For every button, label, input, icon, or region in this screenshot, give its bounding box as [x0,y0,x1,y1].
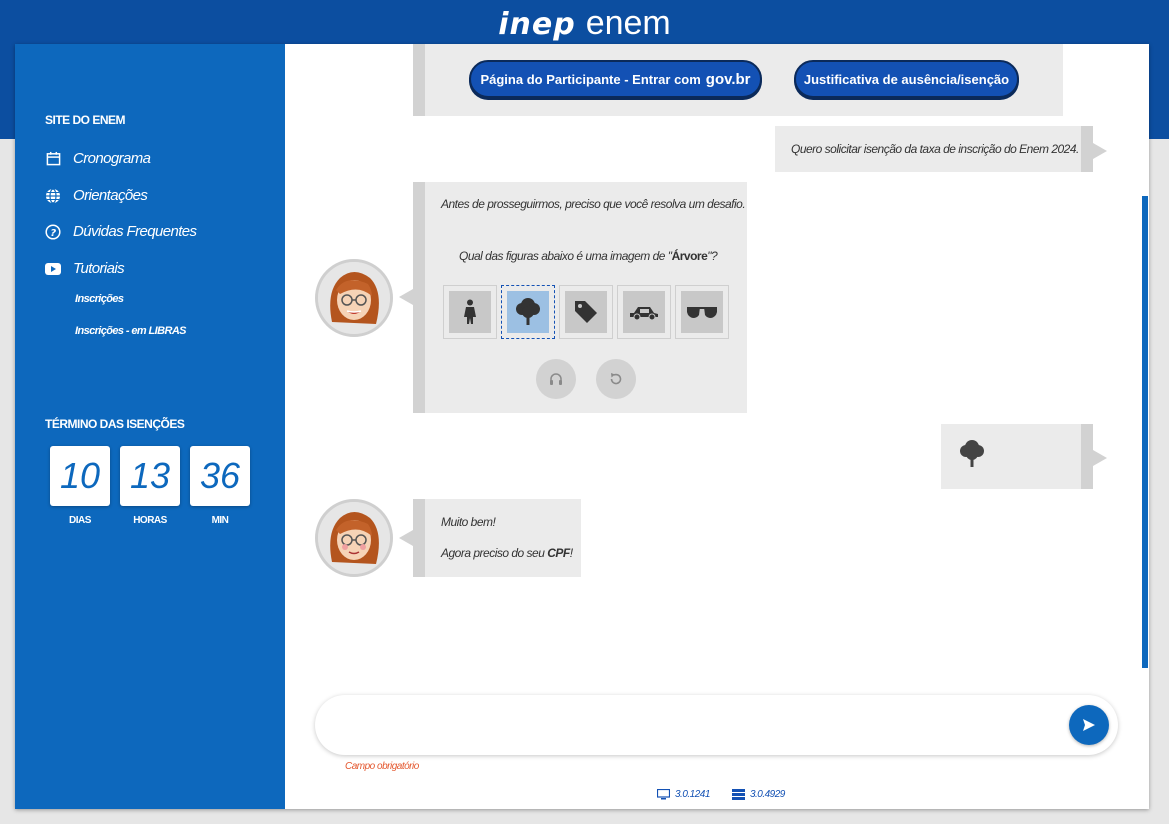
client-version: 3.0.1241 [657,789,710,800]
bubble-tail [399,289,413,305]
sidebar: SITE DO ENEM Cronograma Orientações ? Dú… [15,44,285,809]
server-version-text: 3.0.4929 [749,789,785,800]
refresh-icon [610,373,622,385]
countdown-label: DIAS [69,515,91,526]
captcha-option-person[interactable] [443,285,497,339]
captcha-intro: Antes de prosseguirmos, preciso que você… [441,197,746,211]
bot-message-text: Agora preciso do seu [441,546,548,560]
countdown-value: 10 [50,446,110,506]
audio-captcha-button[interactable] [536,359,576,399]
sidebar-item-orientacoes[interactable]: Orientações [45,187,148,204]
message-input-wrapper [315,695,1118,755]
captcha-option-sunglasses[interactable] [675,285,729,339]
bot-message-line: Agora preciso do seu CPF! [441,546,573,560]
justification-button-label: Justificativa de ausência/isenção [803,71,1010,87]
countdown-title: TÉRMINO DAS ISENÇÕES [45,417,185,431]
sidebar-item-label: Orientações [73,187,148,204]
required-field-message: Campo obrigatório [345,761,419,772]
countdown-days: 10 DIAS [50,446,110,526]
bot-message-buttons: Página do Participante - Entrar com gov.b… [413,44,1063,116]
countdown-minutes: 36 MIN [190,446,250,526]
logo-inep: inep [498,7,576,42]
send-button[interactable] [1069,705,1109,745]
assistant-avatar [315,499,393,577]
help-circle-icon: ? [45,223,61,240]
sidebar-item-tutoriais[interactable]: Tutoriais [45,260,125,277]
participant-page-button[interactable]: Página do Participante - Entrar com gov.b… [469,60,762,98]
sidebar-item-label: Cronograma [73,150,151,167]
sidebar-item-duvidas[interactable]: ? Dúvidas Frequentes [45,223,197,240]
bot-message-bold: CPF [547,546,570,560]
captcha-question-suffix: "? [707,249,718,263]
inep-enem-logo: inep enem [0,4,1169,43]
captcha-option-car[interactable] [617,285,671,339]
version-info: 3.0.1241 3.0.4929 [657,789,785,800]
assistant-avatar [315,259,393,337]
captcha-question: Qual das figuras abaixo é uma imagem de … [459,249,718,263]
captcha-options [443,285,729,339]
tag-icon [575,301,597,323]
person-icon [464,299,476,324]
bot-message-captcha: Antes de prosseguirmos, preciso que você… [413,182,747,413]
send-icon [1083,719,1095,731]
server-version: 3.0.4929 [731,789,785,800]
tree-icon [516,298,540,325]
bot-message-line: Muito bem! [441,515,496,529]
user-message-text: Quero solicitar isenção da taxa de inscr… [791,142,1079,156]
justification-button[interactable]: Justificativa de ausência/isenção [794,60,1019,98]
countdown-value: 36 [190,446,250,506]
chat-area: Página do Participante - Entrar com gov.b… [285,44,1149,809]
participant-button-label: Página do Participante - Entrar com [480,71,701,87]
captcha-question-prefix: Qual das figuras abaixo é uma imagem de … [459,249,672,263]
bot-message: Muito bem! Agora preciso do seu CPF! [413,499,581,577]
bot-message-text: ! [569,546,573,560]
youtube-icon [45,261,61,277]
countdown: 10 DIAS 13 HORAS 36 MIN [50,446,250,526]
captcha-option-tree[interactable] [501,285,555,339]
sidebar-subitem-libras[interactable]: Inscrições - em LIBRAS [75,325,187,337]
chat-scrollbar[interactable] [1142,196,1148,668]
calendar-icon [45,151,61,167]
logo-enem: enem [585,4,671,42]
sidebar-title: SITE DO ENEM [45,113,126,127]
refresh-captcha-button[interactable] [596,359,636,399]
captcha-option-tag[interactable] [559,285,613,339]
sidebar-subitem-inscricoes[interactable]: Inscrições [75,293,124,305]
client-version-text: 3.0.1241 [675,789,710,800]
countdown-hours: 13 HORAS [120,446,180,526]
sunglasses-icon [687,307,717,318]
svg-text:?: ? [50,227,56,238]
headphones-icon [550,373,562,385]
captcha-target: Árvore [671,249,708,263]
countdown-value: 13 [120,446,180,506]
sidebar-item-label: Tutoriais [73,260,125,277]
server-icon [731,789,745,800]
message-input[interactable] [339,707,1059,743]
govbr-label: gov.br [705,70,751,88]
bubble-tail [399,530,413,546]
bubble-tail [1093,450,1107,466]
user-message-answer [941,424,1093,489]
user-message: Quero solicitar isenção da taxa de inscr… [775,126,1093,172]
main-card: SITE DO ENEM Cronograma Orientações ? Dú… [15,44,1149,809]
car-icon [630,307,658,321]
monitor-icon [657,789,670,800]
countdown-label: MIN [211,515,229,526]
tree-icon [960,440,984,467]
bubble-tail [1093,143,1107,159]
sidebar-item-cronograma[interactable]: Cronograma [45,150,151,167]
countdown-label: HORAS [133,515,167,526]
sidebar-item-label: Dúvidas Frequentes [73,223,197,240]
globe-icon [45,187,61,204]
